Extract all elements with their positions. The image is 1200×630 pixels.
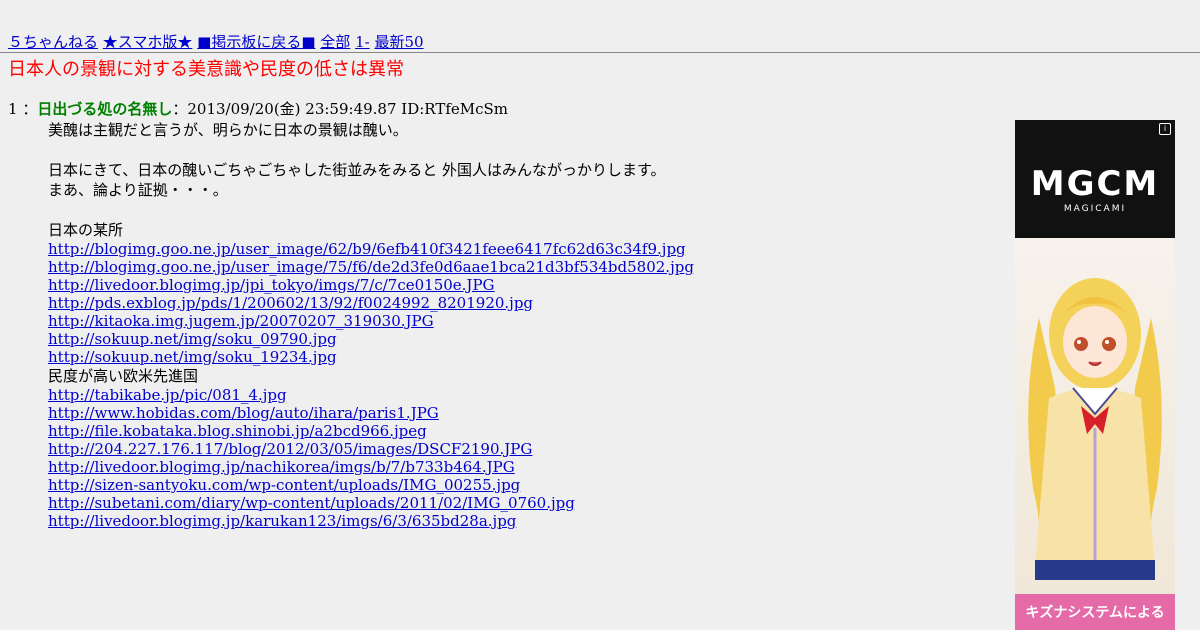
image-link[interactable]: http://blogimg.goo.ne.jp/user_image/75/f… [48, 258, 988, 276]
ad-info-icon[interactable]: i [1159, 123, 1171, 135]
image-link[interactable]: http://www.hobidas.com/blog/auto/ihara/p… [48, 404, 988, 422]
nav-link-smartphone[interactable]: ★スマホ版★ [103, 33, 193, 51]
ad-footer: キズナシステムによる [1015, 594, 1175, 630]
post-text-line: 美醜は主観だと言うが、明らかに日本の景観は醜い。 [48, 121, 408, 139]
image-link[interactable]: http://sizen-santyoku.com/wp-content/upl… [48, 476, 988, 494]
ad-logo: MGCM [1030, 164, 1160, 204]
ad-footer-text: キズナシステムによる [1025, 605, 1165, 621]
image-link[interactable]: http://blogimg.goo.ne.jp/user_image/62/b… [48, 240, 988, 258]
image-link[interactable]: http://subetani.com/diary/wp-content/upl… [48, 494, 988, 512]
image-link[interactable]: http://livedoor.blogimg.jp/jpi_tokyo/img… [48, 276, 988, 294]
ad-character-art [1015, 238, 1175, 594]
post-number: 1 [8, 100, 18, 118]
post-header: 1 ：日出づる処の名無し：2013/09/20(金) 23:59:49.87 I… [8, 99, 508, 119]
advertisement-banner[interactable]: i MGCM MAGICAMI キズナシステムによる [1015, 120, 1175, 630]
post-text-line: まあ、論より証拠・・・。 [48, 181, 228, 199]
post-body: 美醜は主観だと言うが、明らかに日本の景観は醜い。 日本にきて、日本の醜いごちゃご… [48, 120, 988, 530]
image-link[interactable]: http://204.227.176.117/blog/2012/03/05/i… [48, 440, 988, 458]
post-text-line: 民度が高い欧米先進国 [48, 367, 199, 385]
nav-link-board[interactable]: ■掲示板に戻る■ [197, 33, 315, 51]
nav-link-from-1[interactable]: 1- [355, 33, 370, 51]
top-navigation: ５ちゃんねる ★スマホ版★ ■掲示板に戻る■ 全部 1- 最新50 [8, 32, 424, 52]
nav-link-all[interactable]: 全部 [320, 33, 350, 51]
post-separator: ： [22, 100, 38, 118]
link-list-japan: http://blogimg.goo.ne.jp/user_image/62/b… [48, 240, 988, 366]
nav-link-5ch[interactable]: ５ちゃんねる [8, 33, 98, 51]
nav-link-latest-50[interactable]: 最新50 [374, 33, 423, 51]
thread-title: 日本人の景観に対する美意識や民度の低さは異常 [8, 59, 404, 80]
ad-logo-subtitle: MAGICAMI [1063, 204, 1127, 214]
image-link[interactable]: http://tabikabe.jp/pic/081_4.jpg [48, 386, 988, 404]
post-text-line: 日本にきて、日本の醜いごちゃごちゃした街並みをみると 外国人はみんながっかりしま… [48, 161, 666, 179]
poster-name: 日出づる処の名無し [37, 100, 173, 118]
image-link[interactable]: http://livedoor.blogimg.jp/karukan123/im… [48, 512, 988, 530]
image-link[interactable]: http://sokuup.net/img/soku_19234.jpg [48, 348, 988, 366]
header-divider [0, 52, 1200, 53]
image-link[interactable]: http://livedoor.blogimg.jp/nachikorea/im… [48, 458, 988, 476]
image-link[interactable]: http://sokuup.net/img/soku_09790.jpg [48, 330, 988, 348]
image-link[interactable]: http://kitaoka.img.jugem.jp/20070207_319… [48, 312, 988, 330]
post-text-line: 日本の某所 [48, 221, 124, 239]
image-link[interactable]: http://pds.exblog.jp/pds/1/200602/13/92/… [48, 294, 988, 312]
image-link[interactable]: http://file.kobataka.blog.shinobi.jp/a2b… [48, 422, 988, 440]
link-list-west: http://tabikabe.jp/pic/081_4.jpg http://… [48, 386, 988, 530]
post-meta: ：2013/09/20(金) 23:59:49.87 ID:RTfeMcSm [172, 100, 509, 118]
ad-header: i MGCM MAGICAMI [1015, 120, 1175, 238]
ad-character-illustration [1028, 278, 1162, 580]
